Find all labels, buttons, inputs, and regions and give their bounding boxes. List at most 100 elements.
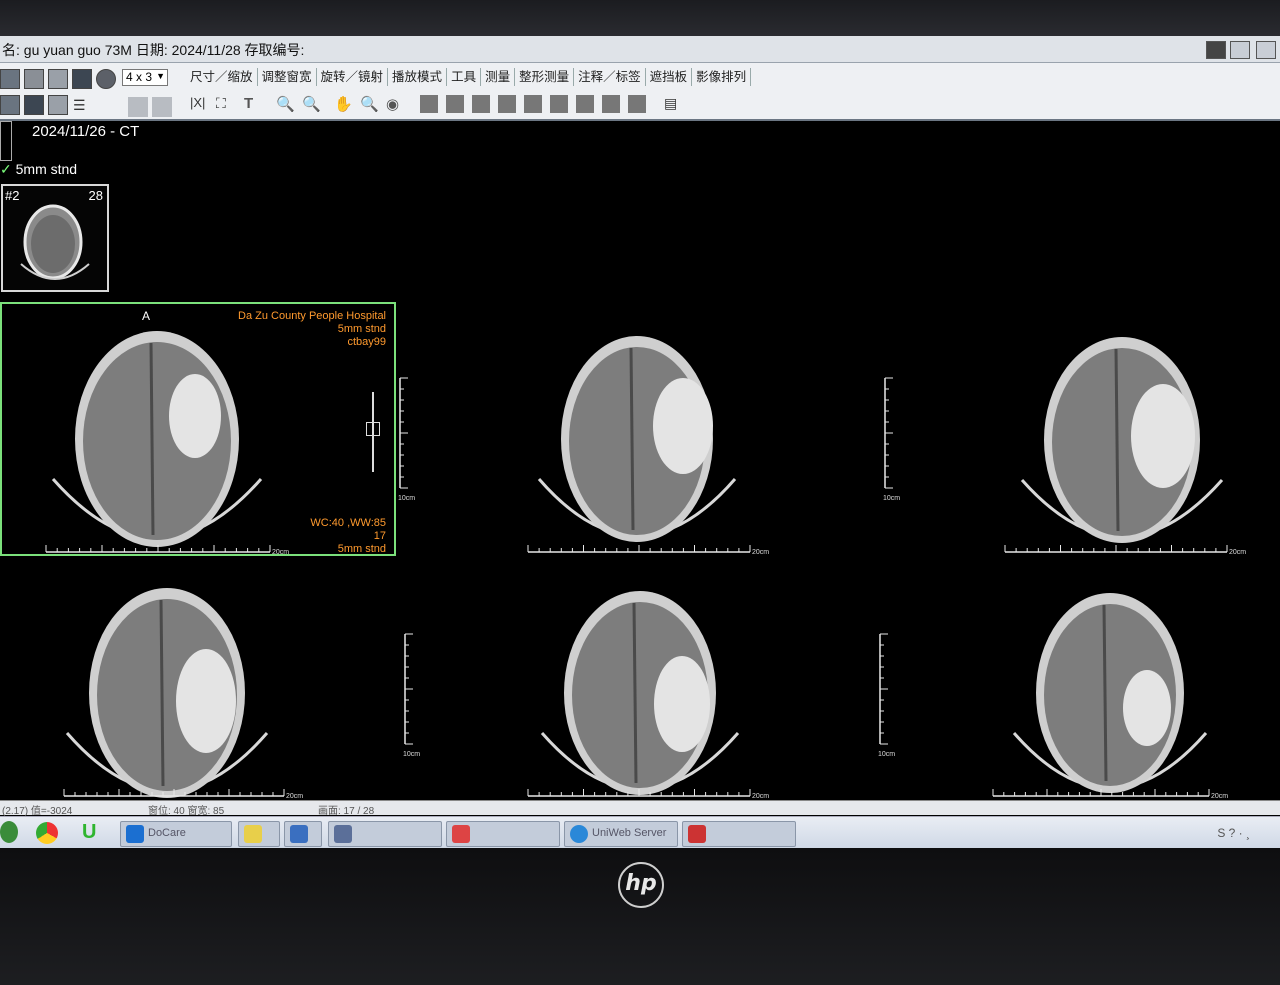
image-number: 17 [373, 530, 386, 542]
ct-table-arc-6 [1012, 732, 1208, 790]
scale-horizontal-label-4: 20cm [286, 793, 303, 800]
menu-item-tools[interactable]: 工具 [447, 68, 482, 86]
taskbar: U DoCare UniWeb Server S ? · ¸ [0, 816, 1280, 848]
list-icon[interactable]: ☰ [72, 95, 92, 115]
print-icon[interactable] [48, 69, 68, 89]
layout-select[interactable]: 4 x 3 ▼ [122, 69, 168, 86]
task-notes[interactable] [238, 821, 280, 847]
ct-hemorrhage-3 [1131, 384, 1195, 488]
magnify-icon[interactable]: 🔍 [360, 95, 379, 113]
layout-btn-3-icon[interactable] [472, 95, 490, 113]
pixel-value: (2.17) 值=-3024 [2, 806, 73, 817]
text-icon[interactable]: T [244, 95, 262, 113]
menu-item-shape-measure[interactable]: 整形测量 [515, 68, 575, 86]
layout-select-value: 4 x 3 [126, 70, 153, 84]
ct-brain-6 [1044, 604, 1176, 786]
ct-hemorrhage-5 [654, 656, 710, 752]
chevron-down-icon: ▼ [156, 71, 165, 81]
layout-btn-9-icon[interactable] [628, 95, 646, 113]
zoom-in-icon[interactable]: 🔍 [276, 95, 295, 113]
title-bar: 名: gu yuan guo 73M 日期: 2024/11/28 存取编号: [0, 36, 1280, 63]
window-level-icon[interactable]: ◉ [386, 95, 404, 113]
menu-item-measure[interactable]: 测量 [481, 68, 516, 86]
send-icon[interactable] [48, 95, 68, 115]
menu-item-window-adjust[interactable]: 调整窗宽 [258, 68, 317, 86]
window-menu-icon[interactable] [1256, 41, 1276, 59]
hand-icon[interactable] [96, 69, 116, 89]
ct-midline-2 [629, 347, 635, 531]
study-label[interactable]: 2024/11/26 - CT [32, 123, 139, 140]
grid-icon[interactable] [0, 69, 20, 89]
ct-brain-4 [97, 599, 237, 791]
layout-btn-7-icon[interactable] [576, 95, 594, 113]
ct-table-arc-4 [65, 732, 269, 792]
ct-skull-4 [89, 588, 245, 798]
ct-midline-3 [1114, 348, 1120, 532]
toolbar: ☰ 4 x 3 ▼ 尺寸／缩放 调整窗宽 旋转／镜射 播放模式 工具 测量 整形… [0, 63, 1280, 121]
ct-skull-6 [1036, 593, 1184, 793]
ct-hemorrhage-4 [176, 649, 236, 753]
ct-midline-5 [632, 602, 638, 784]
thumb-ct-image [20, 204, 90, 280]
task-docare[interactable]: DoCare [120, 821, 232, 847]
slice-thickness-bottom: 5mm stnd [337, 543, 386, 555]
system-tray[interactable]: S ? · ¸ [1217, 826, 1250, 840]
scale-vertical-label-1: 10cm [398, 495, 415, 502]
chrome-icon[interactable] [36, 822, 58, 844]
folder-icon[interactable] [128, 97, 148, 117]
screen-capture-icon[interactable]: ▤ [664, 95, 682, 113]
ct-hemorrhage-6 [1123, 670, 1171, 746]
scale-horizontal-label-2: 20cm [752, 549, 769, 556]
layout-btn-8-icon[interactable] [602, 95, 620, 113]
scale-vertical-label-2: 10cm [883, 495, 900, 502]
layout-btn-1-icon[interactable] [420, 95, 438, 113]
series-thumbnail[interactable]: #2 28 [1, 184, 109, 292]
copy-icon[interactable] [24, 69, 44, 89]
scale-vertical-label-4: 10cm [878, 751, 895, 758]
start-icon[interactable] [0, 821, 18, 843]
menu-item-play-mode[interactable]: 播放模式 [388, 68, 448, 86]
status-bar: (2.17) 值=-3024 窗位: 40 窗宽: 85 画面: 17 / 28 [0, 800, 1280, 817]
screen: 名: gu yuan guo 73M 日期: 2024/11/28 存取编号: … [0, 36, 1280, 848]
ct-hemorrhage-2 [653, 378, 713, 474]
monitor-bezel-top [0, 0, 1280, 36]
save-icon[interactable] [24, 95, 44, 115]
menu-row: 尺寸／缩放 调整窗宽 旋转／镜射 播放模式 工具 测量 整形测量 注释／标签 遮… [186, 68, 752, 86]
menu-item-mask[interactable]: 遮挡板 [646, 68, 693, 86]
series-item[interactable]: ✓ 5mm stnd [0, 161, 77, 178]
orientation-label: A [142, 309, 151, 323]
pan-hand-icon[interactable]: ✋ [334, 95, 353, 113]
u-app-icon[interactable]: U [82, 821, 96, 844]
layout-2-icon[interactable] [1230, 41, 1250, 59]
layout-1-icon[interactable] [1206, 41, 1226, 59]
tile-icon[interactable] [72, 69, 92, 89]
hospital-name: Da Zu County People Hospital [238, 310, 386, 322]
task-app-6[interactable] [682, 821, 796, 847]
ct-midline-6 [1102, 604, 1108, 782]
menu-item-annotate[interactable]: 注释／标签 [574, 68, 646, 86]
task-app-3[interactable] [328, 821, 442, 847]
grid-small-icon[interactable] [0, 95, 20, 115]
zoom-out-icon[interactable]: 🔍 [302, 95, 321, 113]
hp-logo: hp [618, 862, 664, 908]
folder-open-icon[interactable] [152, 97, 172, 117]
viewport-1[interactable]: A Da Zu County People Hospital 5mm stnd … [0, 302, 396, 556]
slice-thickness-top: 5mm stnd [337, 323, 386, 335]
menu-item-rotate-mirror[interactable]: 旋转／镜射 [317, 68, 389, 86]
ct-table-arc-2 [537, 478, 737, 537]
menu-item-size-zoom[interactable]: 尺寸／缩放 [186, 68, 258, 86]
ct-brain-2 [569, 347, 705, 535]
fit-icon[interactable]: |X| [190, 95, 208, 113]
expand-icon[interactable]: ⛶ [216, 95, 234, 113]
layout-btn-4-icon[interactable] [498, 95, 516, 113]
window-readout: 窗位: 40 窗宽: 85 [148, 806, 225, 817]
layout-btn-2-icon[interactable] [446, 95, 464, 113]
wl-slider-handle[interactable] [366, 422, 380, 436]
task-user[interactable] [284, 821, 322, 847]
task-uniweb[interactable]: UniWeb Server [564, 821, 678, 847]
layout-btn-6-icon[interactable] [550, 95, 568, 113]
layout-btn-5-icon[interactable] [524, 95, 542, 113]
menu-item-image-arrange[interactable]: 影像排列 [692, 68, 752, 86]
task-app-4[interactable] [446, 821, 560, 847]
panel-tab[interactable] [0, 121, 12, 161]
